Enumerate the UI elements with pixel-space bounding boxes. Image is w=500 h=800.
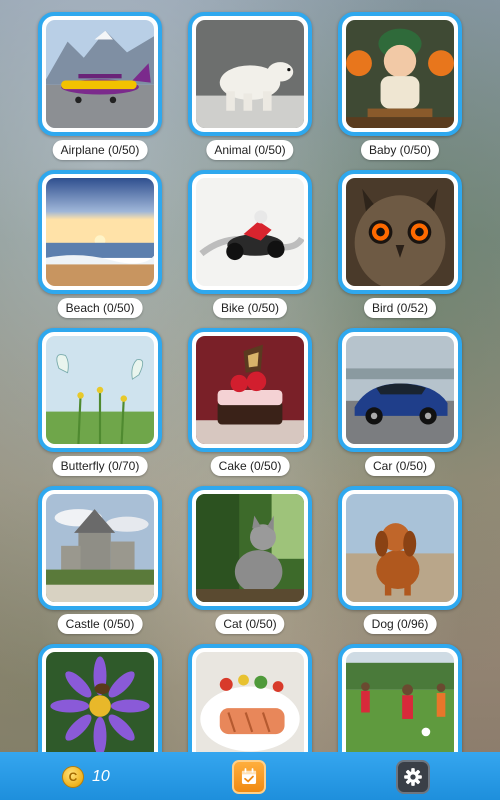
category-card[interactable]: [38, 486, 162, 610]
category-card[interactable]: [38, 170, 162, 294]
category-bird[interactable]: Bird (0/52): [338, 170, 462, 318]
airplane-thumbnail: [46, 20, 154, 128]
cat-thumbnail: [196, 494, 304, 602]
category-baby[interactable]: Baby (0/50): [338, 12, 462, 160]
category-card[interactable]: [188, 328, 312, 452]
category-soccer[interactable]: [338, 644, 462, 752]
category-castle[interactable]: Castle (0/50): [38, 486, 162, 634]
category-card[interactable]: [338, 486, 462, 610]
category-cat[interactable]: Cat (0/50): [188, 486, 312, 634]
category-label: Cake (0/50): [210, 456, 290, 476]
calendar-check-icon: [241, 768, 257, 785]
polar-bear-thumbnail: [196, 20, 304, 128]
soccer-thumbnail: [346, 652, 454, 752]
category-label: Butterfly (0/70): [52, 456, 148, 476]
category-flower[interactable]: [38, 644, 162, 752]
settings-button[interactable]: [396, 760, 430, 794]
category-car[interactable]: Car (0/50): [338, 328, 462, 476]
category-label: Bird (0/52): [363, 298, 437, 318]
category-label: Beach (0/50): [57, 298, 143, 318]
dog-thumbnail: [346, 494, 454, 602]
category-card[interactable]: [188, 644, 312, 752]
category-card[interactable]: [338, 644, 462, 752]
category-card[interactable]: [38, 12, 162, 136]
daily-calendar-button[interactable]: [232, 760, 266, 794]
category-card[interactable]: [188, 486, 312, 610]
category-animal[interactable]: Animal (0/50): [188, 12, 312, 160]
category-bike[interactable]: Bike (0/50): [188, 170, 312, 318]
car-thumbnail: [346, 336, 454, 444]
bike-thumbnail: [196, 178, 304, 286]
coin-count: 10: [92, 768, 110, 785]
category-card[interactable]: [338, 328, 462, 452]
category-dog[interactable]: Dog (0/96): [338, 486, 462, 634]
category-label: Animal (0/50): [206, 140, 294, 160]
food-thumbnail: [196, 652, 304, 752]
flower-thumbnail: [46, 652, 154, 752]
beach-thumbnail: [46, 178, 154, 286]
bottom-bar: C 10: [0, 752, 500, 800]
butterfly-thumbnail: [46, 336, 154, 444]
category-label: Dog (0/96): [363, 614, 437, 634]
category-card[interactable]: [188, 170, 312, 294]
owl-thumbnail: [346, 178, 454, 286]
category-food[interactable]: [188, 644, 312, 752]
category-airplane[interactable]: Airplane (0/50): [38, 12, 162, 160]
category-card[interactable]: [188, 12, 312, 136]
category-cake[interactable]: Cake (0/50): [188, 328, 312, 476]
category-label: Car (0/50): [364, 456, 436, 476]
category-butterfly[interactable]: Butterfly (0/70): [38, 328, 162, 476]
category-card[interactable]: [38, 328, 162, 452]
category-card[interactable]: [38, 644, 162, 752]
coin-icon: C: [62, 766, 84, 788]
category-label: Airplane (0/50): [52, 140, 148, 160]
category-card[interactable]: [338, 170, 462, 294]
category-label: Cat (0/50): [215, 614, 285, 634]
category-label: Baby (0/50): [360, 140, 440, 160]
baby-thumbnail: [346, 20, 454, 128]
category-beach[interactable]: Beach (0/50): [38, 170, 162, 318]
cake-thumbnail: [196, 336, 304, 444]
category-card[interactable]: [338, 12, 462, 136]
category-label: Bike (0/50): [212, 298, 288, 318]
category-label: Castle (0/50): [57, 614, 143, 634]
category-grid: Airplane (0/50) Animal (0/50) Baby (0/50…: [0, 0, 500, 752]
gear-icon: [404, 768, 422, 786]
castle-thumbnail: [46, 494, 154, 602]
